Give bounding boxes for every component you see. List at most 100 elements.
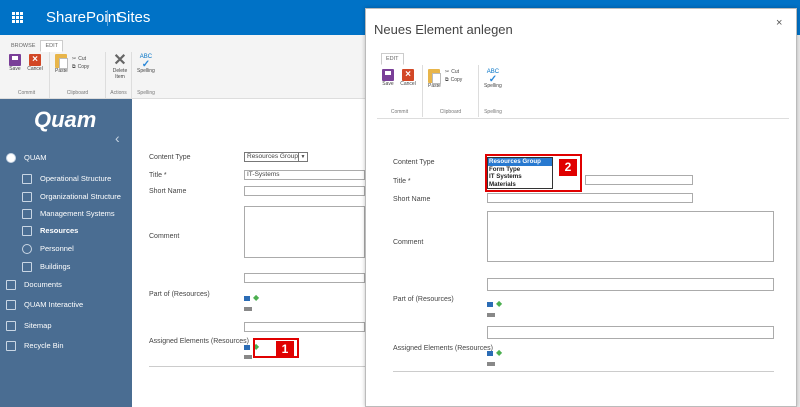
nav-item-documents[interactable]: Documents bbox=[0, 276, 132, 293]
dialog-assigned-elements-input[interactable] bbox=[487, 326, 774, 339]
short-name-input[interactable] bbox=[244, 186, 365, 196]
dialog-title-input[interactable] bbox=[585, 175, 693, 185]
scissors-icon: ✂ bbox=[72, 56, 77, 62]
nav-item-personnel[interactable]: Personnel bbox=[0, 240, 132, 257]
nav-item-operational-structure[interactable]: Operational Structure bbox=[0, 170, 132, 187]
annotation-badge-1: 1 bbox=[276, 341, 294, 358]
tab-browse[interactable]: BROWSE bbox=[6, 40, 40, 52]
org-chart-icon bbox=[22, 191, 32, 202]
dialog-short-name-label: Short Name bbox=[393, 196, 431, 203]
nav-item-resources[interactable]: Resources bbox=[0, 222, 132, 239]
cut-button[interactable]: ✂ Cut bbox=[72, 55, 89, 63]
dialog-form-divider bbox=[393, 371, 774, 372]
dialog-copy-button[interactable]: ⧉ Copy bbox=[445, 76, 462, 84]
dialog-short-name-input[interactable] bbox=[487, 193, 693, 203]
copy-button[interactable]: ⧉ Copy bbox=[72, 63, 89, 71]
sitemap-icon bbox=[22, 173, 32, 184]
close-icon[interactable]: × bbox=[776, 17, 782, 29]
people-icon bbox=[22, 243, 32, 254]
documents-icon bbox=[6, 279, 16, 290]
spelling-button[interactable]: ABC ✓ Spelling bbox=[137, 54, 155, 74]
dialog-paste-button[interactable]: Paste bbox=[428, 69, 442, 89]
nav-item-recycle-bin[interactable]: Recycle Bin bbox=[0, 337, 132, 354]
app-launcher-button[interactable] bbox=[0, 0, 35, 35]
quam-logo-icon bbox=[6, 152, 16, 163]
save-button[interactable]: Save bbox=[9, 54, 21, 72]
address-book-icon[interactable] bbox=[487, 350, 493, 356]
tab-edit[interactable]: EDIT bbox=[40, 40, 63, 52]
ribbon: BROWSE EDIT Save × Cancel Commit Paste ✂ C… bbox=[0, 35, 365, 99]
collapse-nav-icon[interactable]: ‹ bbox=[115, 130, 120, 146]
dialog-content-type-label: Content Type bbox=[393, 159, 435, 166]
resources-icon bbox=[22, 225, 32, 236]
address-book-icon[interactable] bbox=[244, 295, 250, 301]
delete-item-button[interactable]: ✕ Delete Item bbox=[111, 52, 129, 81]
ribbon-group-commit: Save × Cancel Commit bbox=[4, 52, 50, 98]
content-type-select[interactable]: Resources Group ▼ bbox=[244, 152, 308, 162]
dialog-title: Neues Element anlegen bbox=[374, 22, 513, 37]
content-type-label: Content Type bbox=[149, 154, 191, 161]
assigned-elements-input[interactable] bbox=[244, 322, 365, 332]
annotation-badge-2: 2 bbox=[559, 159, 577, 176]
nav-item-management-systems[interactable]: Management Systems bbox=[0, 205, 132, 222]
dialog-spelling-button[interactable]: ABC ✓ Spelling bbox=[484, 69, 502, 89]
sites-link[interactable]: Sites bbox=[117, 9, 150, 26]
add-icon[interactable]: ◆ bbox=[496, 300, 502, 308]
brand-link[interactable]: SharePoint bbox=[46, 9, 120, 26]
dialog-cancel-button[interactable]: × Cancel bbox=[400, 69, 416, 87]
copy-icon: ⧉ bbox=[445, 77, 449, 83]
scissors-icon: ✂ bbox=[445, 69, 450, 75]
dialog-comment-textarea[interactable] bbox=[487, 211, 774, 262]
dialog-ribbon-group-commit: Save × Cancel Commit bbox=[377, 65, 423, 117]
paste-icon bbox=[55, 54, 69, 69]
part-of-input[interactable] bbox=[244, 273, 365, 283]
delete-icon: ✕ bbox=[113, 52, 127, 69]
paste-button[interactable]: Paste bbox=[55, 54, 69, 74]
sitemap-icon bbox=[6, 320, 16, 331]
remove-icon[interactable] bbox=[244, 307, 252, 311]
nav-item-sitemap[interactable]: Sitemap bbox=[0, 317, 132, 334]
remove-icon[interactable] bbox=[487, 313, 495, 317]
dialog-part-of-input[interactable] bbox=[487, 278, 774, 291]
remove-icon[interactable] bbox=[487, 362, 495, 366]
nav-item-buildings[interactable]: Buildings bbox=[0, 258, 132, 275]
paste-icon bbox=[428, 69, 442, 84]
cancel-button[interactable]: × Cancel bbox=[27, 54, 43, 72]
dialog-part-of-label: Part of (Resources) bbox=[393, 296, 454, 303]
dialog-tab-edit[interactable]: EDIT bbox=[381, 53, 404, 65]
comment-label: Comment bbox=[149, 233, 180, 240]
dialog-save-button[interactable]: Save bbox=[382, 69, 394, 87]
dialog-cut-button[interactable]: ✂ Cut bbox=[445, 68, 462, 76]
spelling-icon: ABC ✓ bbox=[139, 54, 153, 70]
short-name-label: Short Name bbox=[149, 188, 187, 195]
save-icon bbox=[9, 54, 21, 66]
ribbon-group-actions: ✕ Delete Item Actions bbox=[106, 52, 132, 98]
title-label: Title * bbox=[149, 172, 167, 179]
address-book-icon[interactable] bbox=[244, 344, 250, 350]
form-divider bbox=[149, 366, 365, 367]
dialog-assigned-elements-label: Assigned Elements (Resources) bbox=[393, 345, 493, 352]
ribbon-group-spelling: ABC ✓ Spelling Spelling bbox=[137, 54, 155, 96]
part-of-actions: ◆ bbox=[244, 294, 259, 302]
dialog-comment-label: Comment bbox=[393, 239, 424, 246]
spelling-icon: ABC ✓ bbox=[486, 69, 500, 85]
dialog-ribbon-group-spelling: ABC ✓ Spelling Spelling bbox=[484, 69, 502, 115]
address-book-icon[interactable] bbox=[487, 301, 493, 307]
comment-textarea[interactable] bbox=[244, 206, 365, 258]
cancel-icon: × bbox=[402, 69, 415, 81]
add-icon[interactable]: ◆ bbox=[496, 349, 502, 357]
building-icon bbox=[22, 261, 32, 272]
waffle-icon bbox=[12, 12, 23, 23]
nav-item-quam-interactive[interactable]: QUAM Interactive bbox=[0, 296, 132, 313]
remove-icon[interactable] bbox=[244, 355, 252, 359]
chevron-down-icon: ▼ bbox=[298, 153, 307, 161]
interactive-icon bbox=[6, 299, 16, 310]
nav-item-organizational-structure[interactable]: Organizational Structure bbox=[0, 188, 132, 205]
title-input[interactable]: IT-Systems bbox=[244, 170, 365, 180]
recycle-bin-icon bbox=[6, 340, 16, 351]
dialog-ribbon: EDIT Save × Cancel Commit Paste ✂ Cut ⧉ Cop… bbox=[377, 49, 789, 119]
dialog-title-label: Title * bbox=[393, 178, 411, 185]
nav-item-quam[interactable]: QUAM bbox=[0, 149, 132, 166]
add-icon[interactable]: ◆ bbox=[253, 294, 259, 302]
document-icon bbox=[22, 208, 32, 219]
